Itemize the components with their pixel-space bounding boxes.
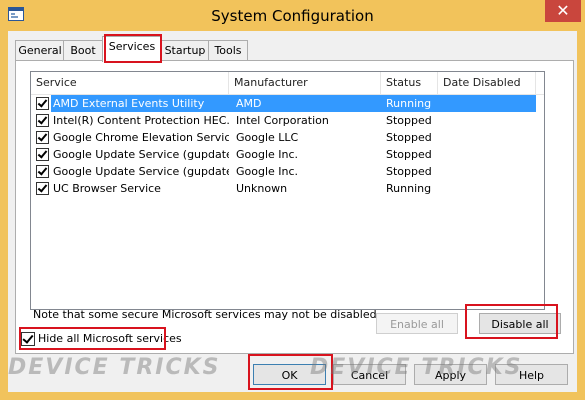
service-name: Google Update Service (gupdate) — [53, 148, 229, 161]
service-row[interactable]: AMD External Events Utility AMD Running — [31, 95, 543, 112]
column-header-date-disabled[interactable]: Date Disabled — [438, 72, 536, 94]
service-row[interactable]: Intel(R) Content Protection HEC... Intel… — [31, 112, 543, 129]
service-checkbox[interactable] — [36, 97, 49, 110]
services-panel: Service Manufacturer Status Date Disable… — [15, 60, 574, 354]
tab-tools[interactable]: Tools — [208, 40, 248, 61]
watermark-left: DEVICE TRICKS — [8, 355, 221, 380]
system-configuration-window: System Configuration ✕ General Boot Serv… — [0, 0, 585, 400]
service-date-disabled — [438, 95, 536, 112]
tab-boot[interactable]: Boot — [63, 40, 103, 61]
service-manufacturer: Intel Corporation — [236, 114, 329, 127]
service-status: Stopped — [386, 165, 432, 178]
service-status: Stopped — [386, 114, 432, 127]
service-row[interactable]: Google Update Service (gupdate) Google I… — [31, 146, 543, 163]
service-date-disabled — [438, 163, 536, 180]
window-title: System Configuration — [211, 7, 374, 25]
service-row[interactable]: Google Update Service (gupdatem) Google … — [31, 163, 543, 180]
service-name: UC Browser Service — [53, 182, 161, 195]
tab-label: Tools — [214, 44, 242, 57]
close-button[interactable]: ✕ — [545, 0, 581, 22]
service-manufacturer: Unknown — [236, 182, 288, 195]
title-bar[interactable]: System Configuration ✕ — [0, 0, 585, 31]
watermark-right: DEVICE TRICKS — [310, 355, 523, 380]
service-name: Google Chrome Elevation Service — [53, 131, 229, 144]
service-manufacturer: Google Inc. — [236, 148, 299, 161]
service-date-disabled — [438, 129, 536, 146]
service-status: Stopped — [386, 131, 432, 144]
service-status: Running — [381, 95, 438, 112]
tab-label: Boot — [70, 44, 96, 57]
column-header-manufacturer[interactable]: Manufacturer — [229, 72, 381, 94]
service-manufacturer: Google LLC — [236, 131, 299, 144]
tab-label: General — [18, 44, 62, 57]
hide-microsoft-highlight — [19, 327, 166, 350]
tab-label: Startup — [164, 44, 206, 57]
close-icon: ✕ — [556, 1, 570, 20]
service-status: Running — [386, 182, 432, 195]
service-row[interactable]: Google Chrome Elevation Service Google L… — [31, 129, 543, 146]
column-header-service[interactable]: Service — [31, 72, 229, 94]
service-date-disabled — [438, 112, 536, 129]
column-header-status[interactable]: Status — [381, 72, 438, 94]
service-date-disabled — [438, 180, 536, 197]
service-checkbox[interactable] — [36, 114, 49, 127]
service-name: Intel(R) Content Protection HEC... — [53, 114, 229, 127]
dialog-client-area: General Boot Services Startup Tools Serv… — [8, 31, 577, 392]
service-manufacturer: Google Inc. — [236, 165, 299, 178]
service-manufacturer: AMD — [229, 95, 381, 112]
tab-general[interactable]: General — [15, 40, 65, 61]
enable-all-button[interactable]: Enable all — [376, 313, 458, 334]
service-checkbox[interactable] — [36, 148, 49, 161]
list-header: Service Manufacturer Status Date Disable… — [31, 72, 544, 95]
disable-all-highlight — [465, 304, 558, 339]
secure-services-note: Note that some secure Microsoft services… — [33, 308, 381, 321]
tab-startup[interactable]: Startup — [160, 40, 210, 61]
services-list[interactable]: Service Manufacturer Status Date Disable… — [30, 71, 545, 310]
services-tab-highlight — [104, 34, 162, 63]
service-checkbox[interactable] — [36, 182, 49, 195]
service-checkbox[interactable] — [36, 165, 49, 178]
service-name: AMD External Events Utility — [51, 95, 229, 112]
service-status: Stopped — [386, 148, 432, 161]
service-name: Google Update Service (gupdatem) — [53, 165, 229, 178]
service-checkbox[interactable] — [36, 131, 49, 144]
service-date-disabled — [438, 146, 536, 163]
service-row[interactable]: UC Browser Service Unknown Running — [31, 180, 543, 197]
